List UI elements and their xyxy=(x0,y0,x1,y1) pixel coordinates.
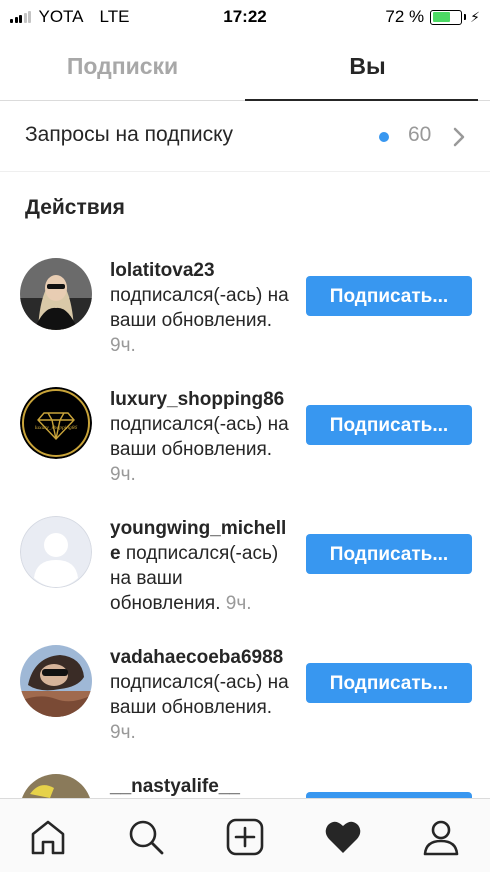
follow-button[interactable]: Подписать... xyxy=(306,663,472,703)
username[interactable]: vadahaecoeba6988 xyxy=(110,647,283,668)
list-item: __nastyalife__ xyxy=(0,762,490,798)
activity-time: 9ч. xyxy=(110,335,136,356)
username[interactable]: __nastyalife__ xyxy=(110,776,240,797)
tab-bar: Подписки Вы xyxy=(0,34,490,101)
battery-fill xyxy=(432,12,450,22)
user-photo-avatar[interactable] xyxy=(20,258,92,330)
section-title: Действия xyxy=(25,196,125,219)
list-item: youngwing_michelle подписался(-ась) на в… xyxy=(0,504,490,633)
follow-requests-row[interactable]: Запросы на подписку 60 xyxy=(0,101,490,172)
follow-requests-count: 60 xyxy=(408,123,432,146)
activity-time: 9ч. xyxy=(110,464,136,485)
user-photo-avatar[interactable] xyxy=(20,645,92,717)
follow-button[interactable]: Подписать... xyxy=(306,534,472,574)
profile-icon[interactable] xyxy=(421,817,461,857)
activity-action: подписался(-ась) на ваши обновления. xyxy=(110,414,289,460)
home-icon[interactable] xyxy=(28,817,68,857)
add-post-icon[interactable] xyxy=(225,817,265,857)
charging-icon: ⚡︎ xyxy=(470,8,480,25)
user-photo-avatar[interactable] xyxy=(20,774,92,798)
status-right: 72 % ⚡︎ xyxy=(385,7,480,27)
follow-button[interactable]: Подписать... xyxy=(306,276,472,316)
activity-time: 9ч. xyxy=(110,722,136,743)
activity-action: подписался(-ась) на ваши обновления. xyxy=(110,285,289,331)
avatar-logo-text: luxury_shopping86 xyxy=(35,425,78,431)
follow-button[interactable]: Подписать... xyxy=(306,405,472,445)
activity-text: luxury_shopping86 подписался(-ась) на ва… xyxy=(110,387,296,487)
tab-following[interactable]: Подписки xyxy=(0,34,245,100)
activity-heart-icon[interactable] xyxy=(323,817,363,857)
list-item: luxury_shopping86 luxury_shopping86 подп… xyxy=(0,375,490,504)
activity-list: lolatitova23 подписался(-ась) на ваши об… xyxy=(0,246,490,798)
activity-text: youngwing_michelle подписался(-ась) на в… xyxy=(110,516,296,616)
bottom-nav xyxy=(0,798,490,872)
username[interactable]: luxury_shopping86 xyxy=(110,389,284,410)
battery-percent: 72 % xyxy=(385,7,425,26)
chevron-right-icon xyxy=(453,127,465,147)
activity-action: подписался(-ась) на ваши обновления. xyxy=(110,672,289,718)
list-item: vadahaecoeba6988 подписался(-ась) на ваш… xyxy=(0,633,490,762)
activity-time: 9ч. xyxy=(225,593,252,614)
activity-text: lolatitova23 подписался(-ась) на ваши об… xyxy=(110,258,296,358)
activity-text: __nastyalife__ xyxy=(110,774,296,798)
follow-requests-label: Запросы на подписку xyxy=(25,123,234,146)
battery-icon xyxy=(430,9,467,25)
unread-dot xyxy=(379,132,389,142)
list-item: lolatitova23 подписался(-ась) на ваши об… xyxy=(0,246,490,375)
default-avatar[interactable] xyxy=(20,516,92,588)
activity-text: vadahaecoeba6988 подписался(-ась) на ваш… xyxy=(110,645,296,745)
diamond-logo-avatar[interactable]: luxury_shopping86 xyxy=(20,387,92,459)
search-icon[interactable] xyxy=(126,817,166,857)
activity-action: подписался(-ась) на ваши обновления. xyxy=(110,543,279,614)
username[interactable]: lolatitova23 xyxy=(110,260,215,281)
status-bar: YOTA LTE 17:22 72 % ⚡︎ xyxy=(0,0,490,34)
tab-you[interactable]: Вы xyxy=(245,34,490,101)
